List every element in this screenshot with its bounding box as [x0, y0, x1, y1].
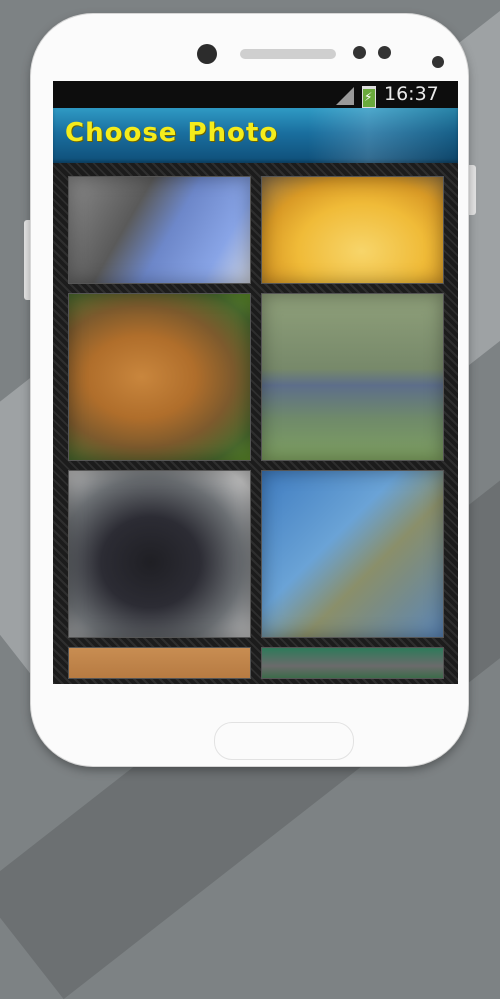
sensor-dot: [378, 46, 391, 59]
photo-tile-hen[interactable]: [68, 293, 251, 461]
battery-charging-icon: ⚡: [362, 86, 376, 108]
sensor-dot: [432, 56, 444, 68]
status-bar: ⚡ 16:37: [53, 81, 458, 108]
sensor-dot: [353, 46, 366, 59]
front-camera: [197, 44, 217, 64]
phone-screen: ⚡ 16:37 Choose Photo: [53, 81, 458, 684]
status-time: 16:37: [384, 83, 439, 105]
photo-tile-partial[interactable]: [68, 647, 251, 679]
signal-icon: [336, 87, 354, 105]
page-title: Choose Photo: [65, 118, 279, 148]
photo-grid: [53, 163, 458, 684]
earpiece-speaker: [240, 49, 336, 59]
home-button[interactable]: [214, 722, 354, 760]
photo-tile-grasshopper[interactable]: [261, 293, 444, 461]
photo-tile-crow[interactable]: [68, 470, 251, 638]
app-header: Choose Photo: [53, 108, 458, 163]
photo-tile-mockingbird[interactable]: [68, 176, 251, 284]
photo-tile-partial[interactable]: [261, 647, 444, 679]
photo-tile-cuckoo[interactable]: [261, 470, 444, 638]
photo-tile-canary[interactable]: [261, 176, 444, 284]
